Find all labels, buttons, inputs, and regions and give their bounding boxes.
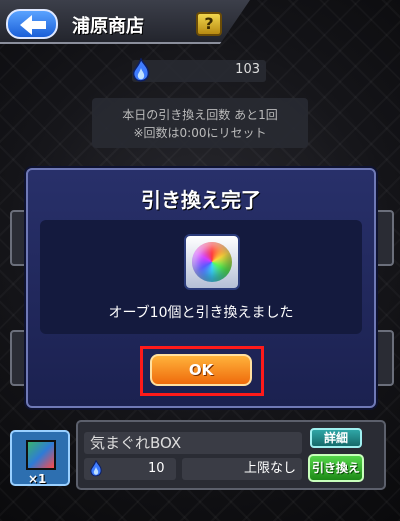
header-bar: 浦原商店 ? (0, 0, 250, 44)
exchange-complete-dialog: 引き換え完了 オーブ10個と引き換えました OK (26, 168, 376, 408)
mystery-box-icon: ×1 (10, 430, 70, 486)
purchase-limit: 上限なし (182, 458, 302, 480)
notice-remaining: 本日の引き換え回数 あと1回 (122, 108, 278, 122)
exchange-button[interactable]: 引き換え (308, 454, 364, 482)
background-item-slot (374, 210, 394, 266)
dialog-message: オーブ10個と引き換えました (108, 305, 294, 321)
mystery-box-cube (26, 440, 56, 470)
blue-flame-icon (90, 460, 102, 477)
item-quantity: ×1 (28, 472, 47, 486)
item-cost: 10 (84, 458, 176, 480)
back-arrow-icon (20, 15, 46, 35)
page-title: 浦原商店 (72, 16, 144, 37)
notice-reset: ※回数は0:00にリセット (133, 126, 267, 140)
exchange-notice: 本日の引き換え回数 あと1回 ※回数は0:00にリセット (92, 98, 308, 148)
back-button[interactable] (6, 9, 58, 39)
detail-button[interactable]: 詳細 (310, 428, 362, 448)
cost-value: 10 (148, 461, 165, 476)
orb-graphic (192, 242, 232, 282)
rainbow-orb-icon (184, 234, 240, 290)
blue-flame-icon (132, 58, 150, 82)
background-item-slot (374, 330, 394, 386)
help-button[interactable]: ? (196, 12, 222, 36)
ok-button[interactable]: OK (150, 354, 252, 386)
orb-count: 103 (235, 62, 260, 77)
dialog-content: オーブ10個と引き換えました (40, 220, 362, 334)
dialog-title: 引き換え完了 (141, 188, 261, 212)
orb-counter: 103 (132, 58, 266, 82)
item-name: 気まぐれBOX (84, 432, 302, 454)
